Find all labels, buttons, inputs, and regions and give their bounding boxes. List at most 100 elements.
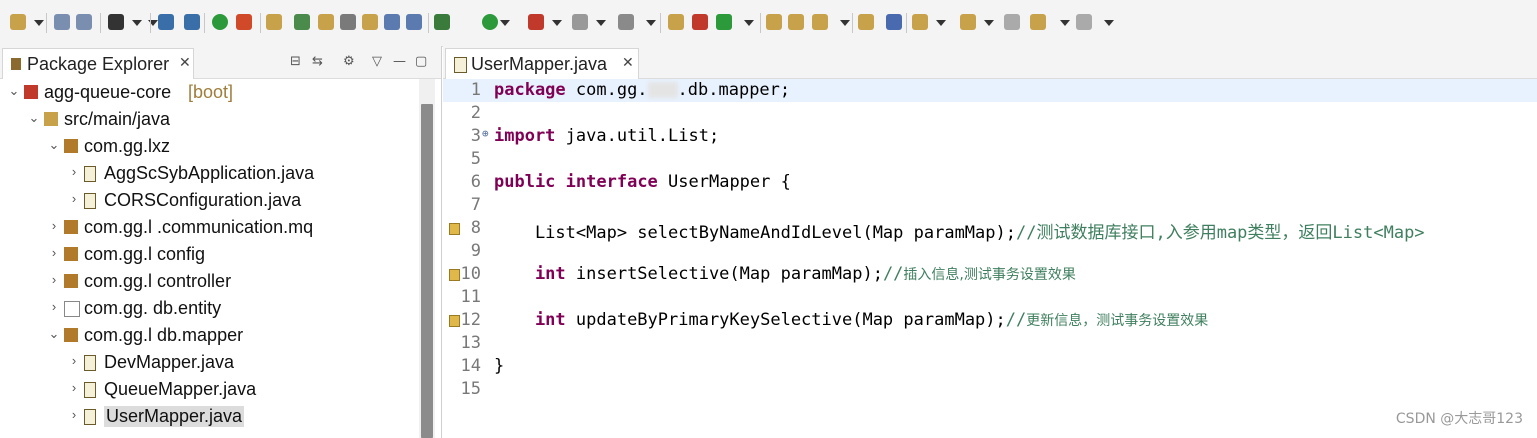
tree-item[interactable]: › QueueMapper.java <box>0 376 418 403</box>
fold-expand-icon[interactable]: ⊕ <box>482 127 489 140</box>
tree-item[interactable]: › com.gg. db.entity <box>0 295 418 322</box>
tree-item[interactable]: › com.gg.l config <box>0 241 418 268</box>
stop-icon[interactable] <box>572 14 588 30</box>
tree-item[interactable]: ⌄ src/main/java <box>0 106 418 133</box>
chevron-down-icon[interactable]: ⌄ <box>48 137 60 153</box>
collapse-all-icon[interactable]: ⊟ <box>290 54 301 69</box>
globe-icon[interactable] <box>886 14 902 30</box>
chevron-right-icon[interactable]: › <box>48 272 60 287</box>
filter-icon[interactable]: ⚙ <box>343 54 355 69</box>
tree-item[interactable]: › UserMapper.java <box>0 403 418 430</box>
dropdown-arrow-icon[interactable] <box>984 20 994 26</box>
open-project-icon[interactable] <box>788 14 804 30</box>
open-task-icon[interactable] <box>384 14 400 30</box>
code-line[interactable]: 14 } <box>443 355 1537 378</box>
chevron-down-icon[interactable]: ⌄ <box>8 83 20 99</box>
open-resource-icon[interactable] <box>406 14 422 30</box>
code-line[interactable]: 11 <box>443 286 1537 309</box>
open-folder-icon[interactable] <box>766 14 782 30</box>
debug-icon[interactable] <box>434 14 450 30</box>
close-icon[interactable]: ✕ <box>179 55 191 71</box>
open-type-icon[interactable] <box>362 14 378 30</box>
forward-icon[interactable] <box>1076 14 1092 30</box>
new-icon[interactable] <box>10 14 26 30</box>
pin-icon[interactable] <box>294 14 310 30</box>
dropdown-arrow-icon[interactable] <box>552 20 562 26</box>
code-line[interactable]: 9 <box>443 240 1537 263</box>
deploy-icon[interactable] <box>692 14 708 30</box>
up-arrow-icon[interactable] <box>960 14 976 30</box>
external-tools-icon[interactable] <box>528 14 544 30</box>
editor-tab-usermapper[interactable]: UserMapper.java ✕ <box>445 48 639 79</box>
code-line[interactable]: 5 <box>443 148 1537 171</box>
chevron-down-icon[interactable]: ⌄ <box>48 326 60 342</box>
code-line[interactable]: 7 <box>443 194 1537 217</box>
tree-item[interactable]: › DevMapper.java <box>0 349 418 376</box>
save-icon[interactable] <box>54 14 70 30</box>
tree-item[interactable]: › AggScSybApplication.java <box>0 160 418 187</box>
edit-icon[interactable] <box>318 14 334 30</box>
code-editor[interactable]: 1 package com.gg. .db.mapper; 2 3 ⊕ impor… <box>443 79 1537 438</box>
code-line[interactable]: 15 <box>443 378 1537 401</box>
view-menu-icon[interactable]: ▽ <box>372 54 382 69</box>
package-explorer-tab[interactable]: Package Explorer ✕ <box>2 48 194 79</box>
profile-icon[interactable] <box>108 14 124 30</box>
tree-item[interactable]: ⌄ agg-queue-core [boot] <box>0 79 418 106</box>
chevron-right-icon[interactable]: › <box>68 191 80 206</box>
chevron-right-icon[interactable]: › <box>48 218 60 233</box>
chevron-right-icon[interactable]: › <box>68 407 80 422</box>
coverage-icon[interactable] <box>618 14 634 30</box>
save-all-icon[interactable] <box>76 14 92 30</box>
code-line[interactable]: 6 public interface UserMapper { <box>443 171 1537 194</box>
code-line[interactable]: 12 int updateByPrimaryKeySelective(Map p… <box>443 309 1537 332</box>
link-editor-icon[interactable]: ⇆ <box>312 54 323 69</box>
code-line[interactable]: 3 ⊕ import java.util.List; <box>443 125 1537 148</box>
refresh-icon[interactable] <box>236 14 252 30</box>
chevron-right-icon[interactable]: › <box>68 164 80 179</box>
dropdown-arrow-icon[interactable] <box>1060 20 1070 26</box>
tree-item[interactable]: › com.gg.l controller <box>0 268 418 295</box>
down-arrow-icon[interactable] <box>912 14 928 30</box>
dropdown-arrow-icon[interactable] <box>1104 20 1114 26</box>
wand-icon[interactable] <box>812 14 828 30</box>
dropdown-arrow-icon[interactable] <box>132 20 142 26</box>
dropdown-arrow-icon[interactable] <box>596 20 606 26</box>
search-icon[interactable] <box>340 14 356 30</box>
minimize-icon[interactable]: — <box>393 54 406 69</box>
tree-item[interactable]: ⌄ com.gg.l db.mapper <box>0 322 418 349</box>
dropdown-arrow-icon[interactable] <box>744 20 754 26</box>
code-line[interactable]: 1 package com.gg. .db.mapper; <box>443 79 1537 102</box>
power-icon[interactable] <box>212 14 228 30</box>
code-line[interactable]: 2 <box>443 102 1537 125</box>
code-line[interactable]: 13 <box>443 332 1537 355</box>
java-perspective-icon[interactable] <box>266 14 282 30</box>
dropdown-arrow-icon[interactable] <box>840 20 850 26</box>
skip-breakpoints-icon[interactable] <box>184 14 200 30</box>
chevron-right-icon[interactable]: › <box>48 245 60 260</box>
tree-item[interactable]: ⌄ com.gg.lxz <box>0 133 418 160</box>
dropdown-arrow-icon[interactable] <box>646 20 656 26</box>
terminal-icon[interactable] <box>158 14 174 30</box>
tree-item-label: QueueMapper.java <box>104 379 257 399</box>
code-line[interactable]: 8 List<Map> selectByNameAndIdLevel(Map p… <box>443 217 1537 243</box>
chevron-right-icon[interactable]: › <box>48 299 60 314</box>
run-icon[interactable] <box>482 14 498 30</box>
refresh-server-icon[interactable] <box>716 14 732 30</box>
dropdown-arrow-icon[interactable] <box>936 20 946 26</box>
scrollbar-thumb[interactable] <box>421 104 433 438</box>
tree-item[interactable]: › CORSConfiguration.java <box>0 187 418 214</box>
chevron-down-icon[interactable]: ⌄ <box>28 110 40 126</box>
back-history-icon[interactable] <box>1004 14 1020 30</box>
folder-open-icon[interactable] <box>858 14 874 30</box>
chevron-right-icon[interactable]: › <box>68 380 80 395</box>
chevron-right-icon[interactable]: › <box>68 353 80 368</box>
close-icon[interactable]: ✕ <box>622 55 634 71</box>
code-line[interactable]: 10 int insertSelective(Map paramMap);//插… <box>443 263 1537 286</box>
dropdown-arrow-icon[interactable] <box>34 20 44 26</box>
dropdown-arrow-icon[interactable] <box>500 20 510 26</box>
tree-item-label: CORSConfiguration.java <box>104 190 302 210</box>
maximize-icon[interactable]: ▢ <box>415 54 427 69</box>
back-icon[interactable] <box>1030 14 1046 30</box>
tree-item[interactable]: › com.gg.l .communication.mq <box>0 214 418 241</box>
build-icon[interactable] <box>668 14 684 30</box>
